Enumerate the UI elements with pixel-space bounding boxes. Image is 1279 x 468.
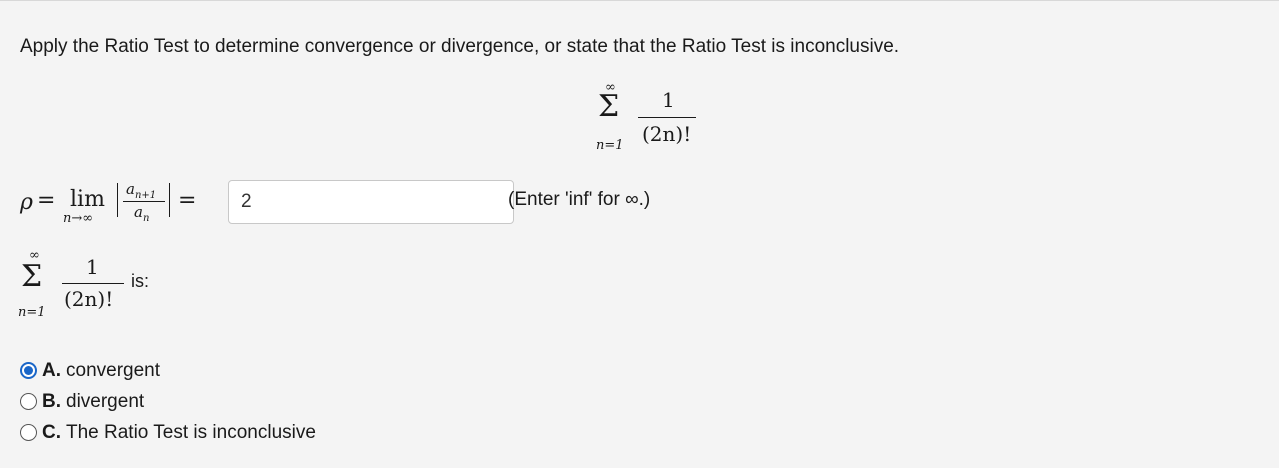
option-a[interactable]: A. convergent: [20, 355, 316, 386]
rho-symbol: ρ: [20, 190, 33, 215]
ratio-denominator: an: [134, 203, 150, 224]
option-letter: A.: [42, 359, 61, 381]
option-text: convergent: [66, 359, 161, 381]
fraction-denominator: (2n)!: [642, 122, 692, 146]
series-question: ∞ Σ n=1 1 (2n)! is:: [18, 248, 218, 330]
top-divider: [0, 0, 1279, 1]
option-letter: B.: [42, 390, 61, 412]
radio-button[interactable]: [20, 424, 37, 441]
sigma-symbol: Σ: [21, 259, 43, 294]
fraction-bar: [638, 117, 696, 118]
ratio-numerator: an+1: [126, 180, 157, 201]
sum-lower-limit: n=1: [18, 305, 46, 320]
is-label: is:: [131, 271, 149, 291]
fraction-numerator: 1: [662, 88, 675, 112]
equals-sign-2: =: [178, 188, 197, 213]
option-text: divergent: [66, 390, 145, 412]
question-instructions: Apply the Ratio Test to determine conver…: [20, 36, 900, 57]
radio-button-checked[interactable]: [20, 362, 37, 379]
radio-button[interactable]: [20, 393, 37, 410]
rho-answer-input[interactable]: [228, 180, 514, 224]
fraction-numerator: 1: [86, 255, 99, 279]
option-b[interactable]: B. divergent: [20, 386, 316, 417]
infinity-hint: (Enter 'inf' for ∞.): [508, 189, 651, 210]
abs-bar-right: [169, 183, 170, 217]
fraction-bar: [62, 283, 124, 284]
ratio-limit-row: ρ = lim n→∞ an+1 an = (Enter 'inf' for ∞…: [20, 180, 720, 230]
sum-lower-limit: n=1: [596, 138, 624, 153]
option-letter: C.: [42, 421, 61, 443]
fraction-denominator: (2n)!: [64, 287, 114, 311]
abs-bar-left: [117, 183, 118, 217]
sigma-symbol: Σ: [598, 89, 620, 124]
option-text: The Ratio Test is inconclusive: [66, 421, 316, 443]
equals-sign-1: =: [37, 188, 56, 213]
answer-options: A. convergent B. divergent C. The Ratio …: [20, 355, 316, 448]
series-display: ∞ Σ n=1 1 (2n)!: [596, 80, 706, 156]
ratio-fraction-bar: [123, 201, 165, 202]
lim-subscript: n→∞: [63, 211, 94, 226]
lim-text: lim: [70, 187, 105, 212]
option-c[interactable]: C. The Ratio Test is inconclusive: [20, 417, 316, 448]
